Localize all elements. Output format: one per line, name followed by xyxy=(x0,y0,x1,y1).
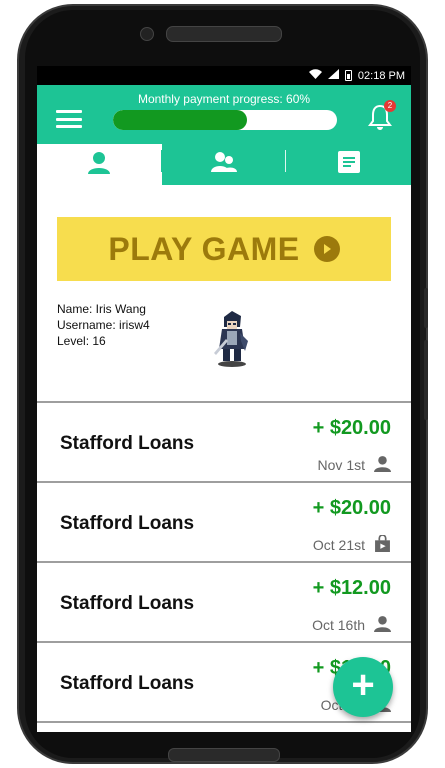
transaction-date: Oct 16th xyxy=(312,617,365,633)
group-icon xyxy=(211,151,237,178)
transaction-date: Nov 1st xyxy=(317,457,365,473)
progress-bar xyxy=(113,110,337,130)
transaction-amount: + $20.00 xyxy=(312,497,391,519)
transaction-title: Stafford Loans xyxy=(60,593,195,614)
signal-icon xyxy=(327,69,339,82)
status-bar: 02:18 PM xyxy=(37,66,411,85)
transaction-amount: + $12.00 xyxy=(312,577,391,599)
play-section: PLAY GAME Name: Iris Wang Username: iris… xyxy=(37,185,411,403)
speaker-grille xyxy=(166,26,282,42)
player-level: Level: 16 xyxy=(57,334,106,348)
status-time: 02:18 PM xyxy=(357,69,405,82)
character-avatar xyxy=(214,311,248,367)
person-icon xyxy=(374,616,391,632)
play-game-label: PLAY GAME xyxy=(108,230,300,267)
tab-profile[interactable] xyxy=(37,144,162,185)
shopping-bag-icon xyxy=(375,535,390,552)
person-icon xyxy=(374,456,391,472)
person-icon xyxy=(87,150,111,179)
play-arrow-icon xyxy=(313,236,340,262)
tab-list[interactable] xyxy=(286,144,411,185)
list-item[interactable]: Stafford Loans + $20.00 Oct 21st xyxy=(37,483,411,563)
power-button xyxy=(424,288,428,328)
list-item[interactable]: Stafford Loans + $20.00 Nov 1st xyxy=(37,403,411,483)
progress-bar-fill xyxy=(113,110,248,130)
player-username: Username: irisw4 xyxy=(57,318,150,332)
transaction-amount: + $20.00 xyxy=(312,417,391,439)
list-item[interactable]: Stafford Loans + $12.00 Oct 16th xyxy=(37,563,411,643)
camera-icon xyxy=(140,27,154,41)
app-screen: 02:18 PM Monthly payment progress: 60% 2 xyxy=(37,66,411,732)
play-game-button[interactable]: PLAY GAME xyxy=(57,217,391,281)
plus-icon: + xyxy=(351,663,375,707)
transaction-title: Stafford Loans xyxy=(60,513,195,534)
phone-frame: 02:18 PM Monthly payment progress: 60% 2 xyxy=(0,0,445,768)
notifications-button[interactable]: 2 xyxy=(367,100,396,131)
list-icon xyxy=(337,151,360,178)
transaction-title: Stafford Loans xyxy=(60,673,195,694)
bottom-speaker xyxy=(168,748,280,762)
add-button[interactable]: + xyxy=(333,657,393,717)
transaction-date: Oct 21st xyxy=(312,537,365,553)
transaction-title: Stafford Loans xyxy=(60,433,195,454)
player-info: Name: Iris Wang Username: irisw4 Level: … xyxy=(57,301,150,349)
notification-badge: 2 xyxy=(384,100,396,112)
app-header: Monthly payment progress: 60% 2 xyxy=(37,85,411,185)
tab-bar xyxy=(37,144,411,185)
player-name: Name: Iris Wang xyxy=(57,302,146,316)
hamburger-menu-icon[interactable] xyxy=(56,110,82,128)
wifi-icon xyxy=(308,69,322,82)
battery-icon xyxy=(344,70,352,81)
volume-button xyxy=(424,340,428,420)
tab-friends[interactable] xyxy=(162,144,287,185)
progress-label: Monthly payment progress: 60% xyxy=(137,92,311,106)
